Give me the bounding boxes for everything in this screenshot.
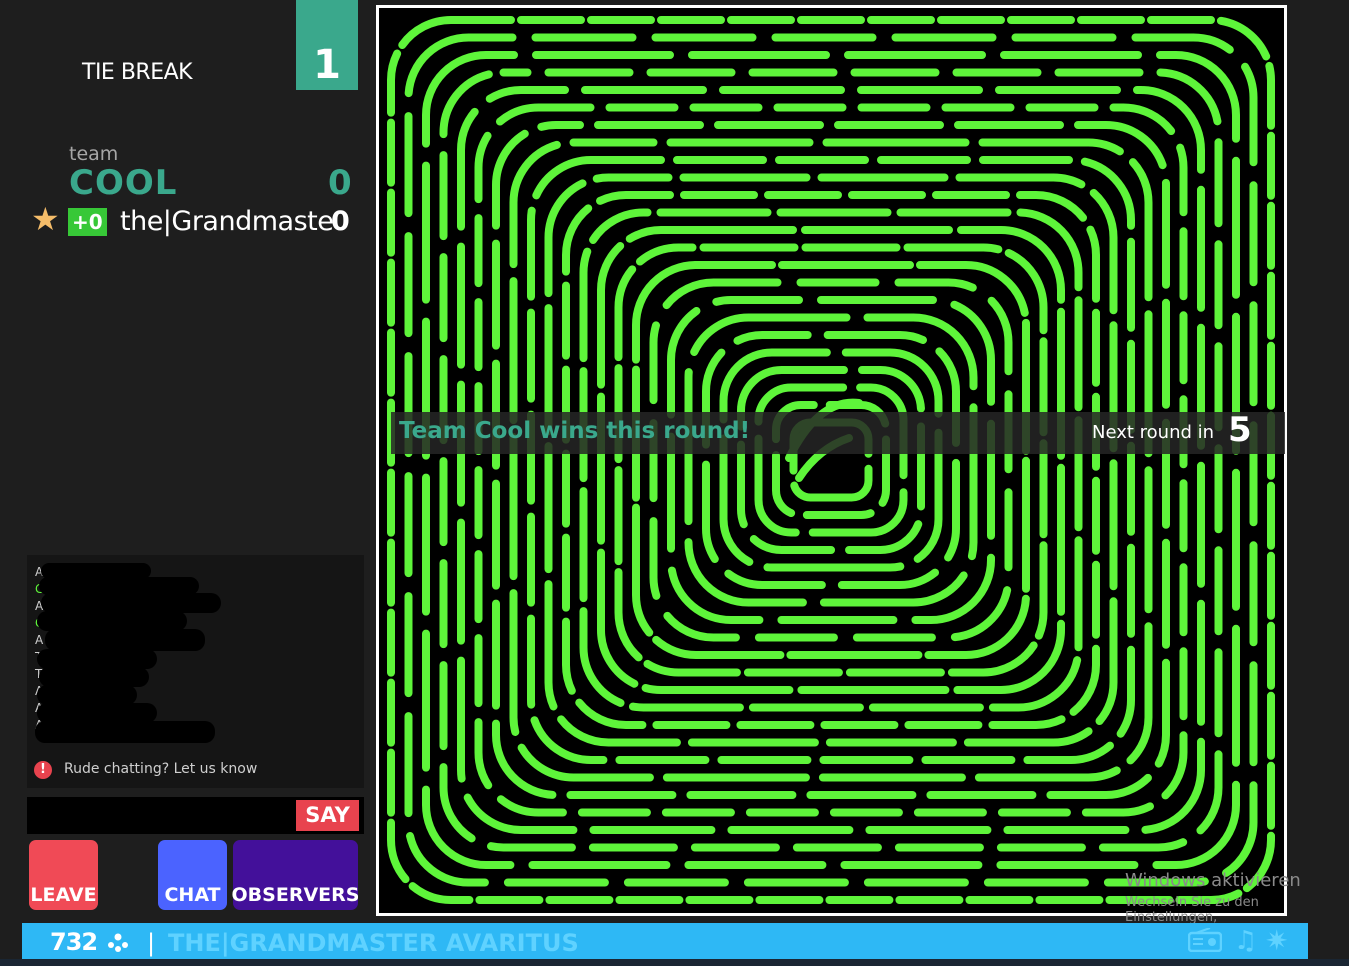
maze-ring [457, 86, 1205, 834]
redaction-scribble [35, 721, 215, 743]
leave-button[interactable]: LEAVE [29, 840, 98, 910]
chat-log[interactable]: A G A G A T T A A A [27, 555, 364, 788]
next-round-countdown: 5 [1228, 410, 1252, 450]
score-delta-badge: +0 [68, 208, 107, 236]
redaction-scribble [37, 703, 157, 723]
redaction-scribble [37, 611, 187, 631]
maze-ring [614, 243, 1048, 677]
maze-drawing [387, 16, 1275, 904]
round-label: TIE BREAK [82, 60, 193, 85]
maze-ring [684, 313, 978, 607]
redaction-scribble [41, 593, 221, 613]
users-icon[interactable] [106, 933, 130, 953]
team-name: COOL [69, 163, 178, 203]
redaction-scribble [37, 685, 137, 705]
maze-ring [579, 208, 1083, 712]
chat-message: A [35, 633, 44, 647]
effects-icon[interactable]: ✷ [1265, 924, 1288, 957]
music-icon[interactable]: ♫ [1234, 926, 1257, 956]
online-count: 732 [50, 928, 98, 956]
player-name: the|Grandmaste [120, 206, 334, 237]
star-icon: ★ [31, 200, 60, 238]
redaction-scribble [39, 667, 149, 687]
redaction-scribble [45, 629, 205, 651]
maze-ring [387, 16, 1275, 904]
chat-button[interactable]: CHAT [158, 840, 227, 910]
team-prefix: team [69, 143, 119, 165]
status-divider: | [147, 929, 156, 957]
next-round-label: Next round in [1092, 422, 1215, 443]
round-result-message: Team Cool wins this round! [399, 418, 751, 444]
say-button[interactable]: SAY [296, 800, 359, 831]
alert-icon: ! [34, 761, 52, 779]
maze-ring [562, 191, 1100, 729]
maze-ring [632, 261, 1030, 659]
activation-watermark-subtitle: Wechseln Sie zu den Einstellungen, [1125, 895, 1259, 925]
maze-ring [667, 296, 995, 624]
player-score: 0 [331, 206, 350, 237]
observers-button[interactable]: OBSERVERS [232, 840, 359, 910]
redaction-scribble [37, 649, 157, 669]
team-score: 0 [328, 163, 352, 203]
maze-ring [404, 33, 1258, 887]
room-title: THE|GRANDMASTER AVARITUS [168, 929, 579, 957]
maze-ring [509, 138, 1153, 782]
activation-watermark-title: Windows aktivieren [1125, 870, 1301, 891]
maze-ring [439, 68, 1223, 852]
maze-ring [492, 121, 1170, 799]
drawing-canvas[interactable] [379, 8, 1284, 913]
report-rude-chat-link[interactable]: Rude chatting? Let us know [64, 761, 257, 777]
taskbar-edge [0, 959, 1349, 966]
radio-icon[interactable] [1188, 928, 1222, 952]
round-number: 1 [296, 0, 358, 90]
